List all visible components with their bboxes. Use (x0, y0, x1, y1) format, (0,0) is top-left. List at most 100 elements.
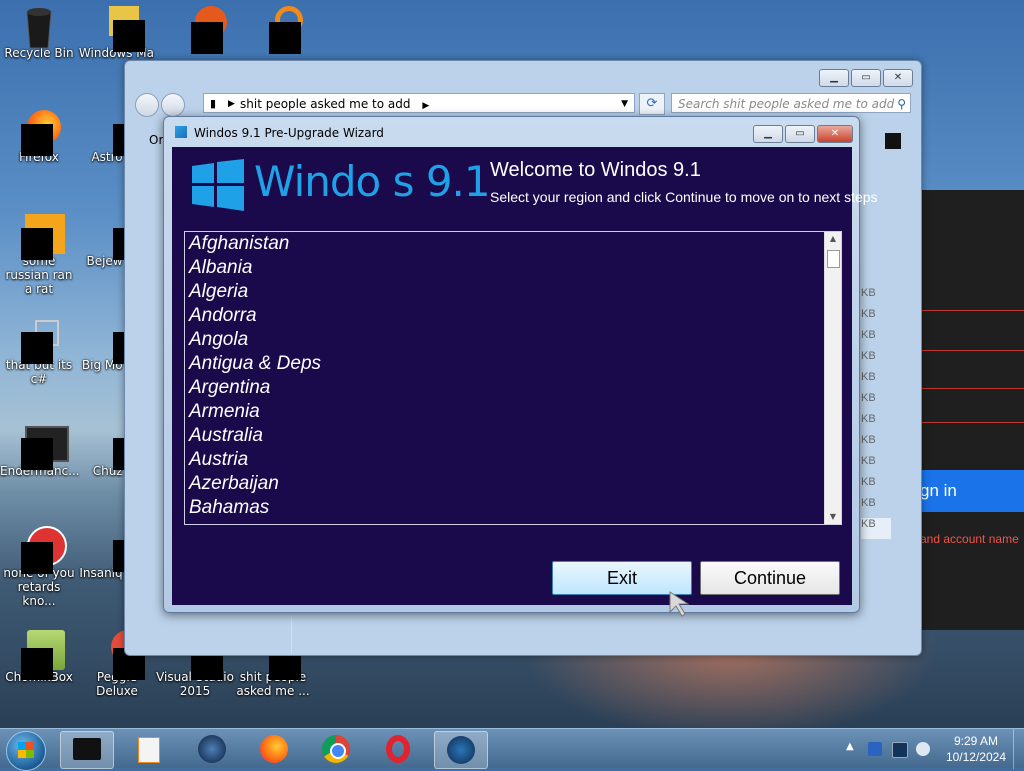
scroll-down-icon[interactable]: ▼ (825, 510, 841, 524)
opera-icon (386, 735, 410, 763)
list-item[interactable]: Afghanistan (189, 232, 321, 256)
folder-icon: ▮ (210, 97, 217, 110)
windows-logo-icon (175, 126, 187, 138)
desktop-icon-app[interactable] (156, 6, 234, 54)
list-item[interactable]: Austria (189, 448, 321, 472)
desktop-icon-recycle-bin[interactable]: Recycle Bin (0, 6, 78, 60)
clock-date: 10/12/2024 (945, 750, 1006, 764)
list-item[interactable]: Australia (189, 424, 321, 448)
signin-button[interactable]: gn in (920, 470, 1024, 512)
list-item[interactable]: Andorra (189, 304, 321, 328)
desktop-icon-that-but-its-cs[interactable]: that but its c# (0, 318, 78, 386)
taskbar-item-app[interactable] (186, 731, 238, 767)
desktop-icon-some-russian[interactable]: some russian ran a rat (0, 214, 78, 296)
app-icon (177, 6, 227, 54)
desktop-icon-chomikbox[interactable]: ChomikBox (0, 630, 78, 684)
desktop-icon-windows-ma[interactable]: Windows Ma (78, 6, 156, 60)
error-message: and account name (920, 532, 1019, 546)
taskbar-item-firefox[interactable] (248, 731, 300, 767)
firefox-icon (21, 110, 61, 156)
taskbar-clock[interactable]: 9:29 AM 10/12/2024 (946, 733, 1006, 765)
list-item[interactable]: Argentina (189, 376, 321, 400)
app-icon (198, 735, 226, 763)
search-icon[interactable]: ⚲ (897, 94, 906, 114)
list-item[interactable]: Armenia (189, 400, 321, 424)
network-app-icon[interactable] (868, 742, 882, 756)
taskbar-item-chrome[interactable] (310, 731, 362, 767)
explorer-window-controls: ▁ ▭ ✕ (819, 69, 913, 87)
desktop-icon-app[interactable] (234, 6, 312, 54)
scroll-up-icon[interactable]: ▲ (825, 232, 841, 246)
start-button[interactable] (6, 731, 46, 771)
back-button[interactable] (135, 93, 159, 117)
display-icon[interactable] (892, 742, 908, 758)
scrollbar-thumb[interactable] (827, 250, 840, 268)
list-item[interactable]: Albania (189, 256, 321, 280)
chrome-icon (322, 735, 350, 763)
welcome-heading: Welcome to Windos 9.1 (490, 159, 701, 181)
continue-button[interactable]: Continue (700, 561, 840, 595)
taskbar: ▲ 9:29 AM 10/12/2024 (0, 728, 1024, 771)
app-icon (99, 6, 145, 52)
search-input[interactable]: Search shit people asked me to add ⚲ (671, 93, 911, 113)
dialog-window-controls: ▁ ▭ ✕ (753, 125, 853, 143)
chevron-right-icon: ▶ (228, 99, 235, 109)
recycle-bin-icon (21, 6, 57, 49)
list-item[interactable]: Algeria (189, 280, 321, 304)
taskbar-item-explorer[interactable] (60, 731, 114, 769)
list-item[interactable]: Bahamas (189, 496, 321, 520)
folder-icon (73, 738, 101, 760)
minimize-button[interactable]: ▁ (753, 125, 783, 143)
maximize-button[interactable]: ▭ (785, 125, 815, 143)
desktop-icon-endermanch[interactable]: Endermanc... (0, 424, 80, 478)
list-item[interactable]: Antigua & Deps (189, 352, 321, 376)
folder-icon (21, 424, 69, 470)
chomikbox-icon (21, 630, 65, 680)
background-browser-page: gn in and account name (920, 190, 1024, 630)
app-icon (21, 526, 67, 574)
list-scrollbar[interactable]: ▲ ▼ (824, 232, 841, 524)
file-size-column: KB KB KB KB KB KB KB KB KB KB KB KB (861, 287, 891, 539)
file-icon (21, 214, 65, 260)
close-button[interactable]: ✕ (817, 125, 853, 143)
forward-button[interactable] (161, 93, 185, 117)
region-listbox[interactable]: Afghanistan Albania Algeria Andorra Ango… (184, 231, 842, 525)
address-path: shit people asked me to add (240, 97, 411, 111)
organize-menu[interactable]: Or (149, 133, 163, 147)
system-tray: ▲ 9:29 AM 10/12/2024 (834, 729, 1024, 769)
preview-pane-icon[interactable] (885, 133, 901, 149)
list-item[interactable]: Azerbaijan (189, 472, 321, 496)
desktop-icon-firefox[interactable]: Firefox (0, 110, 78, 164)
divider (920, 310, 1024, 311)
taskbar-item-opera[interactable] (372, 731, 424, 767)
volume-icon[interactable] (916, 742, 930, 756)
upgrade-wizard-dialog[interactable]: Windos 9.1 Pre-Upgrade Wizard ▁ ▭ ✕ Wind… (163, 116, 878, 613)
divider (920, 388, 1024, 389)
taskbar-item-steam[interactable] (434, 731, 488, 769)
chevron-right-icon: ▶ (422, 101, 430, 111)
product-logo-text: Windo s 9.1 (254, 157, 491, 206)
firefox-icon (260, 735, 288, 763)
minimize-button[interactable]: ▁ (819, 69, 849, 87)
close-button[interactable]: ✕ (883, 69, 913, 87)
refresh-button[interactable]: ⟳ (639, 93, 665, 115)
media-player-icon (138, 737, 160, 763)
dialog-title: Windos 9.1 Pre-Upgrade Wizard (194, 126, 384, 140)
maximize-button[interactable]: ▭ (851, 69, 881, 87)
search-placeholder: Search shit people asked me to add (678, 97, 895, 111)
list-item[interactable]: Angola (189, 328, 321, 352)
address-bar[interactable]: ▮ ▶ shit people asked me to add ▶ ▼ (203, 93, 635, 113)
divider (920, 350, 1024, 351)
divider (920, 422, 1024, 423)
taskbar-item-media-player[interactable] (122, 731, 174, 767)
app-icon (255, 6, 303, 54)
instruction-text: Select your region and click Continue to… (490, 189, 878, 205)
chevron-up-icon[interactable]: ▲ (846, 741, 854, 752)
show-desktop-button[interactable] (1013, 729, 1024, 769)
desktop-icon-none-of-you[interactable]: none of you retards kno... (0, 526, 78, 608)
pane-divider (291, 617, 292, 653)
wizard-content: Windo s 9.1 Welcome to Windos 9.1 Select… (172, 147, 878, 605)
shortcut-icon (21, 318, 59, 364)
mouse-cursor-icon (669, 591, 690, 617)
chevron-down-icon[interactable]: ▼ (621, 94, 628, 114)
